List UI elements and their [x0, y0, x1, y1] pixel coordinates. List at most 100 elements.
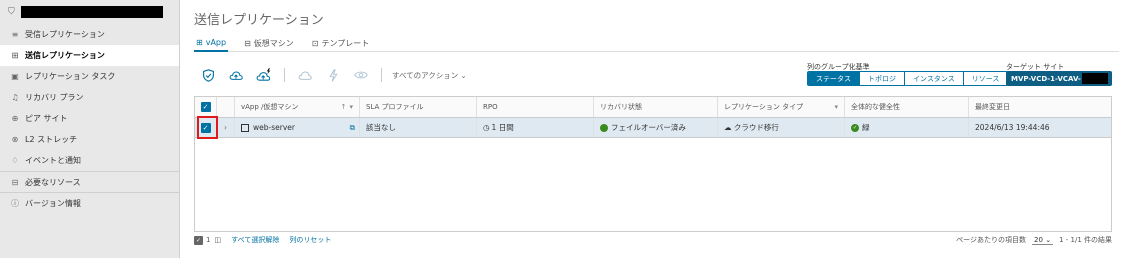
sort-arrow-icon[interactable]: ↑	[341, 103, 347, 111]
target-site-select[interactable]: MVP-VCD-1-VCAV-	[1006, 71, 1112, 86]
sidebar-item-label: L2 ストレッチ	[25, 135, 78, 144]
selected-count: 1	[206, 236, 211, 244]
redacted-target-suffix	[1082, 73, 1108, 84]
sidebar-item-label: レプリケーション タスク	[25, 72, 116, 81]
page-title: 送信レプリケーション	[194, 13, 324, 28]
cloud-bolt-icon	[256, 68, 271, 81]
sidebar-item-label: 受信レプリケーション	[25, 30, 105, 39]
view-button[interactable]	[347, 66, 375, 84]
test-failover-button[interactable]	[319, 66, 347, 84]
sidebar-item-recovery-plans[interactable]: ♫ リカバリ プラン	[0, 87, 179, 108]
tab-label: テンプレート	[321, 38, 370, 48]
row-rpo-cell: ◷ 1 日間	[477, 118, 594, 137]
tab-vapp[interactable]: ⊞ vApp	[194, 34, 229, 52]
main-content: 送信レプリケーション ⊞ vApp ⊟ 仮想マシン ⊡ テンプレート すべてのア…	[181, 0, 1122, 258]
protect-button[interactable]	[194, 66, 222, 84]
bolt-icon	[328, 68, 338, 81]
sidebar-item-label: ピア サイト	[25, 114, 68, 123]
cloud-upload-icon	[229, 70, 243, 80]
table-row[interactable]: ✓ › web-server ⧉ 該当なし ◷ 1 日間 フェイルオーバー済み …	[195, 118, 1111, 138]
filter-icon[interactable]: ▾	[349, 103, 353, 111]
vapp-icon: ⊞	[196, 37, 203, 47]
replication-grid: ✓ vApp /仮想マシン ↑ ▾ SLA プロファイル RPO リカバリ状態 レ…	[194, 96, 1112, 232]
sidebar-item-resources[interactable]: ⊟ 必要なリソース	[0, 171, 179, 192]
reset-columns-link[interactable]: 列のリセット	[289, 235, 331, 245]
sidebar-item-events[interactable]: ♢ イベントと通知	[0, 150, 179, 171]
column-header-modified[interactable]: 最終変更日	[969, 97, 1111, 117]
task-icon: ▣	[11, 72, 19, 81]
row-sla: 該当なし	[366, 123, 396, 132]
group-by-resource-button[interactable]: リソース	[963, 72, 1008, 85]
grid-header: ✓ vApp /仮想マシン ↑ ▾ SLA プロファイル RPO リカバリ状態 レ…	[195, 97, 1111, 118]
sidebar-item-label: 送信レプリケーション	[25, 51, 105, 60]
info-icon: ⓘ	[11, 198, 19, 208]
sidebar: ⛉ ≡ 受信レプリケーション ⊞ 送信レプリケーション ▣ レプリケーション タ…	[0, 0, 180, 258]
tab-vm[interactable]: ⊟ 仮想マシン	[242, 34, 296, 52]
row-type: クラウド移行	[733, 123, 779, 132]
column-header-type[interactable]: レプリケーション タイプ ▾	[718, 97, 845, 117]
per-page-select[interactable]: 20 ⌄	[1032, 235, 1054, 245]
all-actions-dropdown[interactable]: すべてのアクション ⌄	[392, 70, 467, 81]
tab-label: 仮想マシン	[253, 38, 294, 48]
bell-icon: ♢	[11, 156, 19, 165]
column-header-name[interactable]: vApp /仮想マシン ↑ ▾	[235, 97, 360, 117]
chevron-right-icon[interactable]: ›	[224, 123, 227, 132]
result-range: 1 - 1/1 件の結果	[1059, 236, 1112, 244]
toolbar: すべてのアクション ⌄	[194, 66, 467, 84]
header-check-cell: ✓	[195, 97, 217, 117]
selection-highlight-box	[197, 116, 218, 139]
chevron-down-icon: ⌄	[1045, 235, 1052, 244]
peer-icon: ⊕	[11, 114, 19, 123]
sidebar-item-label: バージョン情報	[25, 198, 81, 208]
target-site-value: MVP-VCD-1-VCAV-	[1011, 74, 1081, 83]
all-actions-label: すべてのアクション	[392, 70, 459, 80]
migrate-button[interactable]	[222, 66, 250, 84]
failover-status-icon	[600, 123, 608, 132]
group-by-topology-button[interactable]: トポロジ	[860, 72, 905, 85]
sidebar-item-version[interactable]: ⓘ バージョン情報	[0, 192, 179, 213]
sidebar-item-label: イベントと通知	[25, 156, 81, 165]
selected-checkbox-icon: ✓	[194, 235, 203, 245]
column-header-health[interactable]: 全体的な健全性	[845, 97, 969, 117]
sync-button[interactable]	[291, 66, 319, 84]
sidebar-item-outgoing[interactable]: ⊞ 送信レプリケーション	[0, 45, 179, 66]
column-toggle-icon[interactable]: ◫	[214, 236, 221, 244]
column-header-sla[interactable]: SLA プロファイル	[360, 97, 477, 117]
column-header-label: レプリケーション タイプ	[724, 103, 804, 111]
sidebar-item-tasks[interactable]: ▣ レプリケーション タスク	[0, 66, 179, 87]
row-modified: 2024/6/13 19:44:46	[975, 123, 1050, 132]
column-header-label: 最終変更日	[975, 103, 1010, 111]
sidebar-header: ⛉	[0, 0, 179, 24]
column-header-rpo[interactable]: RPO	[477, 97, 594, 117]
column-header-label: RPO	[483, 103, 498, 111]
shield-check-icon	[202, 68, 214, 82]
tab-template[interactable]: ⊡ テンプレート	[310, 34, 371, 52]
shield-icon: ⛉	[8, 7, 15, 17]
filter-icon[interactable]: ▾	[834, 103, 838, 111]
group-by-status-button[interactable]: ステータス	[808, 72, 860, 85]
tab-bar: ⊞ vApp ⊟ 仮想マシン ⊡ テンプレート	[194, 34, 1119, 52]
sidebar-item-l2-stretch[interactable]: ⊗ L2 ストレッチ	[0, 129, 179, 150]
grid-footer: ✓ 1 ◫ すべて選択解除 列のリセット ページあたりの項目数 20 ⌄ 1 -…	[194, 233, 1112, 247]
eye-icon	[354, 71, 368, 79]
row-name-cell: web-server ⧉	[235, 118, 360, 137]
failover-button[interactable]	[250, 66, 278, 84]
group-by-instance-button[interactable]: インスタンス	[905, 72, 964, 85]
sidebar-item-peer-sites[interactable]: ⊕ ピア サイト	[0, 108, 179, 129]
vm-icon: ⊟	[244, 38, 251, 48]
deselect-all-link[interactable]: すべて選択解除	[231, 235, 279, 245]
row-health: 緑	[862, 123, 870, 132]
chevron-down-icon: ⌄	[460, 70, 467, 80]
clock-icon: ◷	[483, 123, 490, 132]
column-header-label: リカバリ状態	[600, 103, 642, 111]
details-icon[interactable]: ⧉	[350, 123, 355, 133]
inbox-icon: ≡	[11, 30, 19, 39]
column-header-label: SLA プロファイル	[366, 103, 424, 111]
stretch-icon: ⊗	[11, 135, 19, 144]
sidebar-item-incoming[interactable]: ≡ 受信レプリケーション	[0, 24, 179, 45]
check-circle-icon: ✓	[851, 123, 859, 132]
column-header-recovery[interactable]: リカバリ状態	[594, 97, 718, 117]
toolbar-separator	[284, 68, 285, 82]
select-all-checkbox[interactable]: ✓	[200, 102, 211, 112]
sidebar-item-label: リカバリ プラン	[25, 93, 84, 102]
